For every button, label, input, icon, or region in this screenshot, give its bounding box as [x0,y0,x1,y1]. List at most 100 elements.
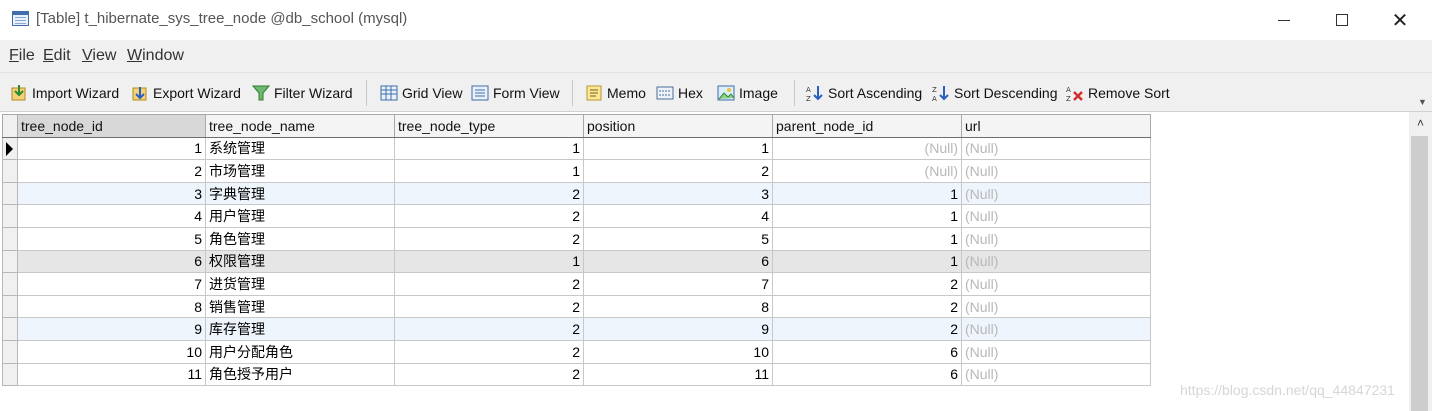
sort-descending-button[interactable]: ZA Sort Descending [932,82,1058,104]
scroll-up-icon[interactable]: ˄ [1409,112,1432,134]
row-indicator[interactable] [2,249,18,274]
table-row[interactable]: 4 用户管理 2 4 1 (Null) [2,204,1151,228]
cell-tree-node-name[interactable]: 用户管理 [205,204,395,228]
cell-position[interactable]: 11 [583,362,773,387]
cell-tree-node-id[interactable]: 3 [17,181,206,206]
cell-url[interactable]: (Null) [961,159,1151,183]
cell-tree-node-name[interactable]: 角色管理 [205,226,395,251]
table-row[interactable]: 5 角色管理 2 5 1 (Null) [2,226,1151,251]
column-header-position[interactable]: position [583,114,773,138]
cell-position[interactable]: 2 [583,159,773,183]
table-row[interactable]: 11 角色授予用户 2 11 6 (Null) [2,362,1151,387]
cell-tree-node-name[interactable]: 角色授予用户 [205,362,395,387]
cell-tree-node-id[interactable]: 11 [17,362,206,387]
cell-tree-node-id[interactable]: 1 [17,136,206,161]
cell-tree-node-type[interactable]: 2 [394,339,584,364]
column-header-url[interactable]: url [961,114,1151,138]
cell-tree-node-id[interactable]: 4 [17,204,206,228]
cell-tree-node-type[interactable]: 2 [394,317,584,341]
cell-tree-node-type[interactable]: 2 [394,294,584,319]
row-indicator[interactable] [2,317,18,341]
export-wizard-button[interactable]: Export Wizard [131,82,241,104]
table-row[interactable]: 9 库存管理 2 9 2 (Null) [2,317,1151,341]
cell-position[interactable]: 6 [583,249,773,274]
cell-tree-node-id[interactable]: 8 [17,294,206,319]
cell-tree-node-name[interactable]: 市场管理 [205,159,395,183]
row-indicator[interactable] [2,159,18,183]
cell-url[interactable]: (Null) [961,362,1151,387]
cell-tree-node-type[interactable]: 2 [394,362,584,387]
cell-tree-node-id[interactable]: 9 [17,317,206,341]
cell-tree-node-id[interactable]: 10 [17,339,206,364]
cell-position[interactable]: 1 [583,136,773,161]
cell-tree-node-id[interactable]: 2 [17,159,206,183]
row-indicator[interactable] [2,204,18,228]
cell-parent-node-id[interactable]: (Null) [772,159,962,183]
cell-parent-node-id[interactable]: 6 [772,362,962,387]
grid-corner[interactable] [2,114,18,138]
column-header-tree-node-type[interactable]: tree_node_type [394,114,584,138]
cell-tree-node-name[interactable]: 进货管理 [205,272,395,296]
row-indicator[interactable] [2,294,18,319]
row-indicator[interactable] [2,272,18,296]
cell-url[interactable]: (Null) [961,226,1151,251]
cell-position[interactable]: 10 [583,339,773,364]
table-row[interactable]: 2 市场管理 1 2 (Null) (Null) [2,159,1151,183]
toolbar-overflow-icon[interactable]: ▼ [1418,97,1427,107]
cell-url[interactable]: (Null) [961,294,1151,319]
cell-parent-node-id[interactable]: 1 [772,249,962,274]
cell-position[interactable]: 4 [583,204,773,228]
cell-url[interactable]: (Null) [961,339,1151,364]
cell-tree-node-name[interactable]: 用户分配角色 [205,339,395,364]
cell-tree-node-type[interactable]: 2 [394,226,584,251]
cell-parent-node-id[interactable]: 6 [772,339,962,364]
table-row[interactable]: 7 进货管理 2 7 2 (Null) [2,272,1151,296]
menu-edit[interactable]: Edit [43,47,71,65]
column-header-tree-node-id[interactable]: tree_node_id [17,114,206,138]
hex-button[interactable]: Hex [656,82,703,104]
cell-tree-node-id[interactable]: 6 [17,249,206,274]
form-view-button[interactable]: Form View [471,82,560,104]
column-header-tree-node-name[interactable]: tree_node_name [205,114,395,138]
cell-parent-node-id[interactable]: 1 [772,204,962,228]
cell-position[interactable]: 5 [583,226,773,251]
cell-url[interactable]: (Null) [961,204,1151,228]
cell-tree-node-type[interactable]: 1 [394,159,584,183]
minimize-button[interactable] [1255,0,1313,40]
row-indicator[interactable] [2,181,18,206]
menu-file[interactable]: File [9,47,35,65]
table-row[interactable]: 10 用户分配角色 2 10 6 (Null) [2,339,1151,364]
memo-button[interactable]: Memo [585,82,646,104]
cell-parent-node-id[interactable]: 1 [772,181,962,206]
cell-tree-node-type[interactable]: 2 [394,272,584,296]
cell-tree-node-name[interactable]: 库存管理 [205,317,395,341]
cell-tree-node-name[interactable]: 系统管理 [205,136,395,161]
cell-parent-node-id[interactable]: 2 [772,317,962,341]
row-indicator[interactable] [2,136,18,161]
table-row[interactable]: 1 系统管理 1 1 (Null) (Null) [2,136,1151,161]
cell-url[interactable]: (Null) [961,249,1151,274]
cell-tree-node-type[interactable]: 2 [394,181,584,206]
row-indicator[interactable] [2,339,18,364]
cell-tree-node-type[interactable]: 1 [394,136,584,161]
image-button[interactable]: Image [717,82,778,104]
cell-position[interactable]: 8 [583,294,773,319]
row-indicator[interactable] [2,362,18,387]
cell-url[interactable]: (Null) [961,136,1151,161]
cell-tree-node-type[interactable]: 1 [394,249,584,274]
cell-parent-node-id[interactable]: (Null) [772,136,962,161]
cell-url[interactable]: (Null) [961,317,1151,341]
row-indicator[interactable] [2,226,18,251]
menu-view[interactable]: View [82,47,116,65]
vertical-scrollbar[interactable]: ˄ [1409,112,1432,411]
filter-wizard-button[interactable]: Filter Wizard [251,82,353,104]
cell-parent-node-id[interactable]: 2 [772,294,962,319]
cell-tree-node-type[interactable]: 2 [394,204,584,228]
cell-parent-node-id[interactable]: 2 [772,272,962,296]
cell-url[interactable]: (Null) [961,181,1151,206]
table-row[interactable]: 3 字典管理 2 3 1 (Null) [2,181,1151,206]
cell-tree-node-name[interactable]: 销售管理 [205,294,395,319]
sort-ascending-button[interactable]: AZ Sort Ascending [806,82,922,104]
maximize-button[interactable] [1313,0,1371,40]
table-row[interactable]: 6 权限管理 1 6 1 (Null) [2,249,1151,274]
